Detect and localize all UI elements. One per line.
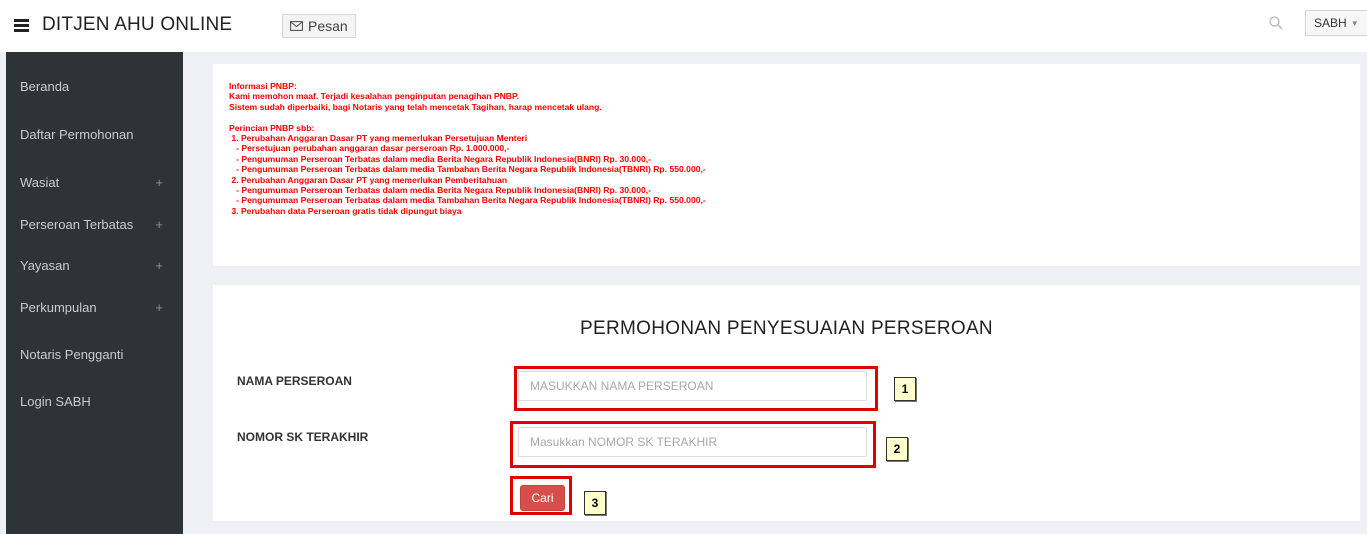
user-menu-button[interactable]: SABH ▼ — [1305, 10, 1367, 36]
pnbp-info-panel: Informasi PNBP: Kami memohon maaf. Terjad… — [213, 64, 1360, 266]
menu-icon[interactable] — [14, 19, 29, 32]
info-line: Sistem sudah diperbaiki, bagi Notaris ya… — [229, 101, 602, 112]
info-line — [229, 112, 706, 122]
info-line: Informasi PNBP: — [229, 81, 297, 91]
info-line: Perincian PNBP sbb: — [229, 122, 315, 133]
brand-title[interactable]: DITJEN AHU ONLINE — [42, 14, 232, 36]
sidebar: Beranda Daftar Permohonan Wasiat + Perse… — [6, 52, 183, 534]
info-line: 1. Perubahan Anggaran Dasar PT yang meme… — [229, 133, 528, 144]
form-title: PERMOHONAN PENYESUAIAN PERSEROAN — [580, 318, 993, 339]
expand-icon: + — [155, 299, 163, 315]
info-line: - Pengumuman Perseroan Terbatas dalam me… — [229, 164, 706, 175]
sidebar-item-perkumpulan[interactable]: Perkumpulan + — [6, 295, 183, 319]
expand-icon: + — [155, 174, 163, 190]
sidebar-item-perseroan-terbatas[interactable]: Perseroan Terbatas + — [6, 212, 183, 236]
info-line: - Pengumuman Perseroan Terbatas dalam me… — [229, 195, 706, 206]
messages-label: Pesan — [308, 18, 348, 34]
nama-perseroan-label: NAMA PERSEROAN — [237, 374, 352, 388]
sidebar-item-label: Wasiat — [20, 174, 60, 190]
envelope-icon — [290, 21, 303, 31]
sidebar-item-label: Perkumpulan — [20, 299, 97, 315]
user-name: SABH — [1314, 16, 1347, 30]
sidebar-item-label: Perseroan Terbatas — [20, 216, 134, 232]
expand-icon: + — [155, 216, 163, 232]
sidebar-item-login-sabh[interactable]: Login SABH — [6, 389, 183, 413]
annotation-box-3 — [510, 476, 572, 515]
expand-icon: + — [155, 257, 163, 273]
sidebar-item-wasiat[interactable]: Wasiat + — [6, 170, 183, 194]
messages-button[interactable]: Pesan — [282, 14, 356, 38]
sidebar-item-label: Login SABH — [20, 393, 91, 409]
info-line: 3. Perubahan data Perseroan gratis tidak… — [229, 205, 462, 216]
top-navbar: DITJEN AHU ONLINE Pesan SABH ▼ — [0, 0, 1367, 52]
search-icon[interactable] — [1268, 15, 1284, 31]
annotation-box-1 — [514, 366, 878, 411]
info-line: 2. Perubahan Anggaran Dasar PT yang meme… — [229, 174, 508, 185]
annotation-label-2: 2 — [886, 437, 908, 461]
sidebar-item-daftar-permohonan[interactable]: Daftar Permohonan — [6, 122, 183, 146]
info-line: - Persetujuan perubahan anggaran dasar p… — [229, 143, 510, 154]
nomor-sk-label: NOMOR SK TERAKHIR — [237, 430, 369, 444]
annotation-label-3: 3 — [584, 491, 606, 515]
info-line: - Pengumuman Perseroan Terbatas dalam me… — [229, 185, 652, 196]
sidebar-item-beranda[interactable]: Beranda — [6, 74, 183, 98]
sidebar-item-label: Daftar Permohonan — [20, 126, 134, 142]
sidebar-item-notaris-pengganti[interactable]: Notaris Pengganti — [6, 342, 183, 366]
sidebar-item-label: Yayasan — [20, 257, 70, 273]
info-line: - Pengumuman Perseroan Terbatas dalam me… — [229, 153, 652, 164]
sidebar-item-yayasan[interactable]: Yayasan + — [6, 253, 183, 277]
annotation-box-2 — [510, 421, 876, 468]
sidebar-item-label: Beranda — [20, 78, 70, 94]
caret-down-icon: ▼ — [1350, 18, 1359, 28]
pnbp-info-text: Informasi PNBP: Kami memohon maaf. Terjad… — [229, 81, 706, 216]
sidebar-item-label: Notaris Pengganti — [20, 346, 124, 362]
annotation-label-1: 1 — [894, 377, 916, 401]
info-line: Kami memohon maaf. Terjadi kesalahan pen… — [229, 91, 520, 102]
